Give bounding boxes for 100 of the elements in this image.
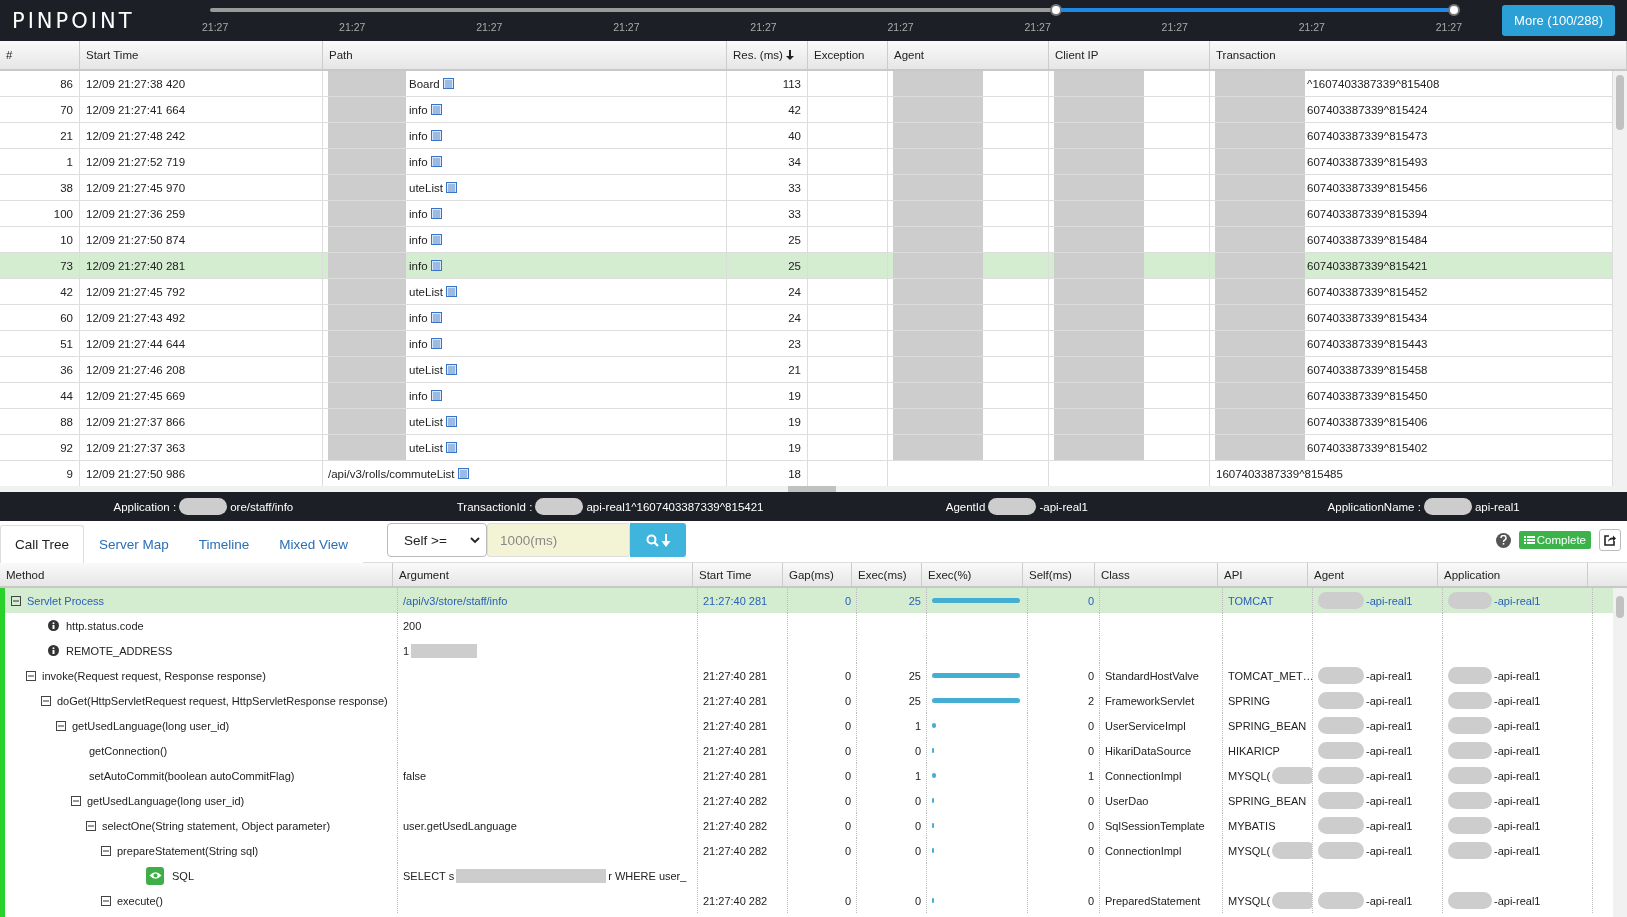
transaction-row[interactable]: 44 12/09 21:27:45 669 info 19 607403387339^815450 bbox=[0, 383, 1613, 409]
collapse-toggle[interactable] bbox=[101, 845, 111, 856]
application-name: -api-real1 bbox=[1494, 769, 1541, 782]
table-cell-text: 607403387339^815406 bbox=[1306, 415, 1428, 428]
table-cell-text: 607403387339^815456 bbox=[1306, 181, 1428, 194]
transaction-row[interactable]: 88 12/09 21:27:37 866 uteList 19 607403387339^815406 bbox=[0, 409, 1613, 435]
class-name: StandardHostValve bbox=[1105, 669, 1199, 682]
list-icon[interactable] bbox=[430, 130, 442, 141]
list-icon[interactable] bbox=[445, 364, 457, 375]
list-icon[interactable] bbox=[445, 416, 457, 427]
list-icon[interactable] bbox=[430, 390, 442, 401]
method-name: getConnection() bbox=[89, 744, 168, 757]
column-header[interactable]: Transaction bbox=[1210, 41, 1627, 69]
list-icon[interactable] bbox=[430, 234, 442, 245]
list-icon[interactable] bbox=[430, 338, 442, 349]
column-header[interactable]: Class bbox=[1095, 563, 1218, 586]
list-icon[interactable] bbox=[442, 78, 454, 89]
api-name: SPRING_BEAN bbox=[1228, 719, 1307, 732]
transaction-row[interactable]: 38 12/09 21:27:45 970 uteList 33 607403387339^815456 bbox=[0, 175, 1613, 201]
range-handle[interactable] bbox=[1448, 4, 1461, 16]
transaction-row[interactable]: 92 12/09 21:27:37 363 uteList 19 607403387339^815402 bbox=[0, 435, 1613, 461]
transaction-row[interactable]: 10 12/09 21:27:50 874 info 25 607403387339^815484 bbox=[0, 227, 1613, 253]
start-time: 21:27:40 282 bbox=[703, 819, 768, 832]
column-header[interactable]: Res. (ms) bbox=[727, 41, 808, 69]
column-header[interactable]: API bbox=[1218, 563, 1308, 586]
class-name: PreparedStatement bbox=[1105, 894, 1201, 907]
column-header[interactable]: Client IP bbox=[1049, 41, 1210, 69]
collapse-toggle[interactable] bbox=[101, 895, 111, 906]
info-label: ApplicationName : bbox=[1327, 500, 1421, 513]
column-header[interactable]: Start Time bbox=[693, 563, 783, 586]
range-handle[interactable] bbox=[1050, 4, 1062, 16]
scrollbar[interactable] bbox=[1613, 588, 1627, 917]
redaction-mark bbox=[1318, 667, 1364, 684]
transaction-row[interactable]: 60 12/09 21:27:43 492 info 24 607403387339^815434 bbox=[0, 305, 1613, 331]
transaction-row[interactable]: 73 12/09 21:27:40 281 info 25 607403387339^815421 bbox=[0, 253, 1613, 279]
redaction-mark bbox=[1448, 692, 1492, 709]
column-header[interactable]: Exec(%) bbox=[922, 563, 1023, 586]
search-button[interactable] bbox=[630, 523, 687, 557]
transaction-row[interactable]: 1 12/09 21:27:52 719 info 34 607403387339^815493 bbox=[0, 149, 1613, 175]
start-time: 21:27:40 282 bbox=[703, 794, 768, 807]
collapse-toggle[interactable] bbox=[41, 695, 51, 706]
view-tab[interactable]: Call Tree bbox=[0, 525, 85, 563]
column-header[interactable]: Gap(ms) bbox=[783, 563, 852, 586]
collapse-toggle[interactable] bbox=[11, 595, 21, 606]
api-name: SPRING_BEAN bbox=[1228, 794, 1307, 807]
list-icon[interactable] bbox=[445, 442, 457, 453]
column-header[interactable]: Exception bbox=[808, 41, 888, 69]
list-icon[interactable] bbox=[445, 286, 457, 297]
column-header[interactable]: Agent bbox=[1308, 563, 1438, 586]
collapse-toggle[interactable] bbox=[56, 720, 66, 731]
column-header[interactable]: Agent bbox=[888, 41, 1049, 69]
help-icon[interactable] bbox=[1495, 532, 1511, 548]
eye-icon[interactable] bbox=[146, 866, 164, 885]
collapse-toggle[interactable] bbox=[86, 820, 96, 831]
column-header[interactable]: Method bbox=[0, 563, 393, 586]
list-icon[interactable] bbox=[430, 312, 442, 323]
column-header[interactable]: Path bbox=[323, 41, 727, 69]
agent-name: -api-real1 bbox=[1366, 894, 1413, 907]
self-value: 0 bbox=[1087, 669, 1094, 682]
list-icon[interactable] bbox=[457, 468, 469, 479]
transaction-row[interactable]: 36 12/09 21:27:46 208 uteList 21 607403387339^815458 bbox=[0, 357, 1613, 383]
column-header[interactable]: Application bbox=[1438, 563, 1588, 586]
column-header[interactable]: Start Time bbox=[80, 41, 323, 69]
start-time: 21:27:40 281 bbox=[703, 669, 768, 682]
method-name: SQL bbox=[172, 869, 194, 882]
list-icon[interactable] bbox=[445, 182, 457, 193]
share-button[interactable] bbox=[1599, 529, 1621, 551]
column-header[interactable]: # bbox=[0, 41, 80, 69]
application-name: -api-real1 bbox=[1494, 894, 1541, 907]
collapse-toggle[interactable] bbox=[71, 795, 81, 806]
scrollbar[interactable] bbox=[1613, 71, 1627, 486]
collapse-toggle[interactable] bbox=[26, 670, 36, 681]
transaction-row[interactable]: 42 12/09 21:27:45 792 uteList 24 607403387339^815452 bbox=[0, 279, 1613, 305]
column-header[interactable]: Argument bbox=[393, 563, 693, 586]
filter-select[interactable]: Self >= bbox=[387, 523, 488, 557]
redaction-mark bbox=[1448, 842, 1492, 859]
class-name: UserDao bbox=[1105, 794, 1149, 807]
column-header[interactable]: Exec(ms) bbox=[852, 563, 922, 586]
method-name: selectOne(String statement, Object parameter) bbox=[102, 819, 331, 832]
sort-down-icon bbox=[785, 50, 794, 60]
self-value: 2 bbox=[1087, 694, 1094, 707]
redaction-mark bbox=[1318, 717, 1364, 734]
table-cell-text: 607403387339^815424 bbox=[1306, 103, 1428, 116]
api-name: MYSQL( bbox=[1228, 769, 1271, 782]
column-header[interactable]: Self(ms) bbox=[1023, 563, 1095, 586]
self-value: 0 bbox=[1087, 844, 1094, 857]
threshold-input[interactable]: 1000(ms) bbox=[487, 523, 631, 557]
horizontal-scrollbar[interactable] bbox=[0, 486, 1627, 492]
transaction-row[interactable]: 86 12/09 21:27:38 420 Board 113 ^1607403387339^815408 bbox=[0, 71, 1613, 97]
list-icon[interactable] bbox=[430, 104, 442, 115]
transaction-row[interactable]: 70 12/09 21:27:41 664 info 42 607403387339^815424 bbox=[0, 97, 1613, 123]
list-icon[interactable] bbox=[430, 208, 442, 219]
redaction-mark bbox=[1448, 717, 1492, 734]
exec-value: 25 bbox=[908, 594, 921, 607]
list-icon[interactable] bbox=[430, 156, 442, 167]
transaction-row[interactable]: 21 12/09 21:27:48 242 info 40 607403387339^815473 bbox=[0, 123, 1613, 149]
call-tree-row[interactable]: Servlet Process /api/v3/store/staff/info 21:27:40 281 0 25 0 TOMCAT -api-real1 -api-real1 bbox=[5, 588, 1613, 613]
list-icon[interactable] bbox=[430, 260, 442, 271]
transaction-row[interactable]: 100 12/09 21:27:36 259 info 33 607403387339^815394 bbox=[0, 201, 1613, 227]
transaction-row[interactable]: 51 12/09 21:27:44 644 info 23 607403387339^815443 bbox=[0, 331, 1613, 357]
